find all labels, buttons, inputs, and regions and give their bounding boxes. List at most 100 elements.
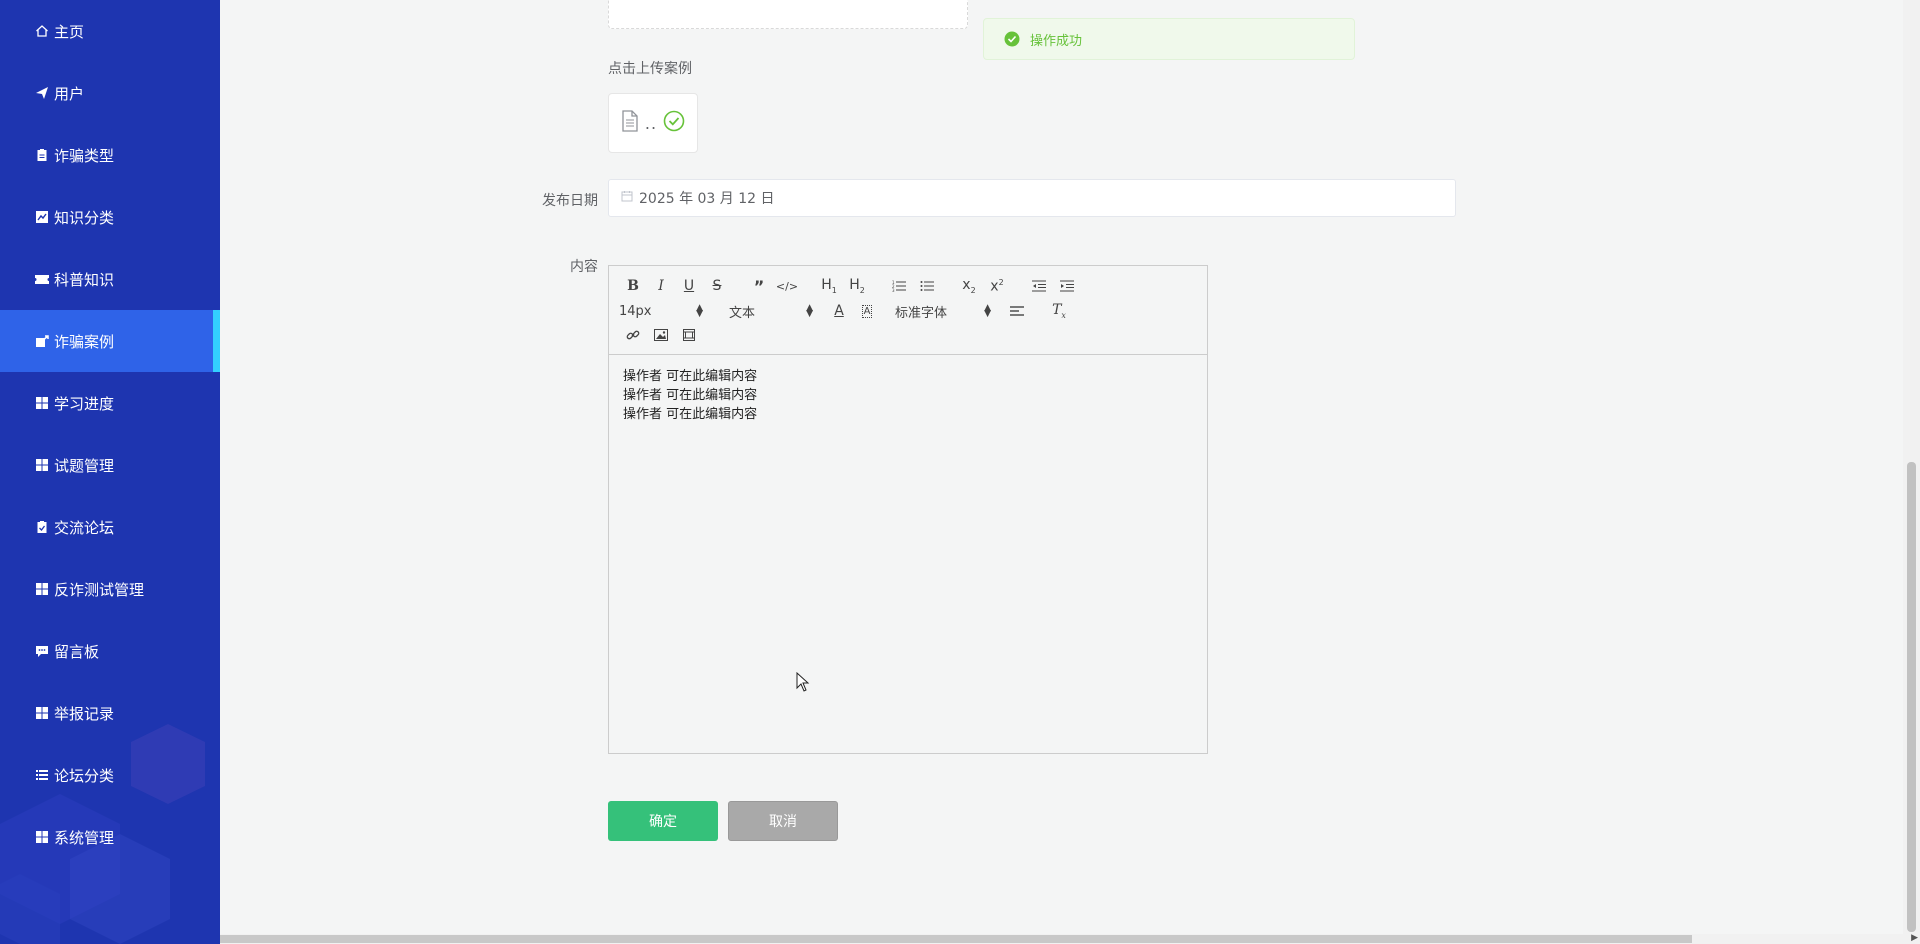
- image-button[interactable]: [647, 325, 675, 345]
- date-label: 发布日期: [542, 193, 598, 209]
- upload-dropzone[interactable]: [608, 0, 968, 29]
- cancel-button[interactable]: 取消: [728, 801, 838, 841]
- horizontal-scrollbar-thumb[interactable]: [220, 935, 1692, 943]
- font-color-icon: A: [834, 303, 844, 319]
- sidebar-item-fraud-cases[interactable]: 诈骗案例: [0, 310, 220, 372]
- underline-button[interactable]: U: [675, 276, 703, 296]
- sidebar-item-home[interactable]: 主页: [0, 0, 220, 62]
- sidebar-item-forum[interactable]: 交流论坛: [0, 496, 220, 558]
- sidebar-item-question-management[interactable]: 试题管理: [0, 434, 220, 496]
- h1-icon: H1: [821, 277, 837, 295]
- background-color-icon: A: [861, 304, 873, 318]
- bold-button[interactable]: B: [619, 276, 647, 296]
- sidebar-item-label: 举报记录: [54, 704, 115, 723]
- sidebar-item-knowledge-categories[interactable]: 知识分类: [0, 186, 220, 248]
- subscript-button[interactable]: x2: [955, 276, 983, 296]
- content-label: 内容: [570, 259, 598, 275]
- sidebar-item-system-management[interactable]: 系统管理: [0, 806, 220, 868]
- heading2-button[interactable]: H2: [843, 276, 871, 296]
- sidebar-item-learning-progress[interactable]: 学习进度: [0, 372, 220, 434]
- code-icon: </>: [775, 279, 799, 293]
- success-toast: 操作成功: [983, 18, 1355, 60]
- sidebar-item-label: 学习进度: [54, 394, 115, 413]
- main-content: 点击上传案例 .. 发布日期 2025 年 03 月 12 日 内容 B I U…: [220, 0, 1900, 934]
- grid-icon: [34, 457, 50, 473]
- select-arrows-icon: ▲ ▼: [806, 303, 813, 319]
- uploaded-file-card[interactable]: ..: [608, 93, 698, 153]
- sidebar-item-label: 主页: [54, 22, 85, 41]
- superscript-icon: x2: [990, 277, 1004, 295]
- document-icon: [621, 110, 639, 136]
- sidebar-item-popular-science[interactable]: 科普知识: [0, 248, 220, 310]
- sidebar-item-report-records[interactable]: 举报记录: [0, 682, 220, 744]
- clipboard-icon: [34, 147, 50, 163]
- rich-text-editor: B I U S ” </> H1 H2 123 x2 x2 14px ▲ ▼ 文…: [608, 265, 1208, 754]
- editor-toolbar: B I U S ” </> H1 H2 123 x2 x2 14px ▲ ▼ 文…: [609, 266, 1207, 355]
- grid-icon: [34, 581, 50, 597]
- success-check-icon: [663, 110, 685, 136]
- editor-content-line: 操作者 可在此编辑内容: [623, 407, 758, 422]
- bullet-list-icon: [920, 281, 934, 291]
- subscript-icon: x2: [962, 277, 976, 295]
- vertical-scrollbar-thumb[interactable]: [1907, 462, 1916, 932]
- paper-plane-icon: [34, 85, 50, 101]
- sidebar-item-label: 反诈测试管理: [54, 580, 145, 599]
- sidebar-item-label: 留言板: [54, 642, 100, 661]
- bullet-list-button[interactable]: [913, 276, 941, 296]
- clear-format-button[interactable]: Tx: [1045, 301, 1073, 321]
- upload-hint: 点击上传案例: [608, 61, 692, 77]
- line-chart-icon: [34, 209, 50, 225]
- toast-message: 操作成功: [1030, 33, 1083, 49]
- horizontal-scrollbar[interactable]: ▶: [220, 933, 1920, 944]
- indent-button[interactable]: [1053, 276, 1081, 296]
- editor-content-line: 操作者 可在此编辑内容: [623, 369, 758, 384]
- outdent-button[interactable]: [1025, 276, 1053, 296]
- calendar-icon: [621, 190, 633, 206]
- sidebar-item-label: 知识分类: [54, 208, 115, 227]
- sidebar-item-label: 用户: [54, 84, 85, 103]
- ordered-list-button[interactable]: 123: [885, 276, 913, 296]
- sidebar-item-label: 诈骗案例: [54, 332, 115, 351]
- sidebar-item-label: 诈骗类型: [54, 146, 115, 165]
- superscript-button[interactable]: x2: [983, 276, 1011, 296]
- success-check-icon: [1004, 31, 1020, 47]
- link-button[interactable]: [619, 325, 647, 345]
- vertical-scrollbar[interactable]: [1903, 0, 1920, 934]
- confirm-button[interactable]: 确定: [608, 801, 718, 841]
- font-family-select[interactable]: 标准字体 ▲ ▼: [895, 302, 991, 321]
- sidebar-item-users[interactable]: 用户: [0, 62, 220, 124]
- sidebar-item-label: 系统管理: [54, 828, 115, 847]
- grid-icon: [34, 395, 50, 411]
- strikethrough-button[interactable]: S: [703, 276, 731, 296]
- video-icon: [683, 329, 695, 341]
- sidebar-item-message-board[interactable]: 留言板: [0, 620, 220, 682]
- ticket-icon: [34, 271, 50, 287]
- sidebar-item-label: 交流论坛: [54, 518, 115, 537]
- sidebar: 主页 用户 诈骗类型 知识分类 科普知识 诈骗案例 学习进度 试题管理 交流论坛…: [0, 0, 220, 944]
- header-select-value: 文本: [729, 305, 756, 321]
- background-color-button[interactable]: A: [853, 301, 881, 321]
- outdent-icon: [1032, 280, 1046, 292]
- publish-date-input[interactable]: 2025 年 03 月 12 日: [608, 179, 1456, 217]
- sidebar-item-forum-categories[interactable]: 论坛分类: [0, 744, 220, 806]
- header-select[interactable]: 文本 ▲ ▼: [729, 302, 813, 321]
- heading1-button[interactable]: H1: [815, 276, 843, 296]
- video-button[interactable]: [675, 325, 703, 345]
- scroll-right-arrow-icon[interactable]: ▶: [1911, 933, 1918, 943]
- indent-icon: [1060, 280, 1074, 292]
- sidebar-item-anti-fraud-test[interactable]: 反诈测试管理: [0, 558, 220, 620]
- sidebar-item-label: 试题管理: [54, 456, 115, 475]
- sidebar-item-label: 论坛分类: [54, 766, 115, 785]
- font-color-button[interactable]: A: [825, 301, 853, 321]
- blockquote-button[interactable]: ”: [745, 276, 773, 296]
- code-block-button[interactable]: </>: [773, 276, 801, 296]
- align-button[interactable]: [1003, 301, 1031, 321]
- editor-content-area[interactable]: 操作者 可在此编辑内容 操作者 可在此编辑内容 操作者 可在此编辑内容: [609, 355, 1207, 436]
- font-size-select[interactable]: 14px ▲ ▼: [619, 304, 703, 319]
- sidebar-menu: 主页 用户 诈骗类型 知识分类 科普知识 诈骗案例 学习进度 试题管理 交流论坛…: [0, 0, 220, 868]
- list-icon: [34, 767, 50, 783]
- select-arrows-icon: ▲ ▼: [696, 303, 703, 319]
- sidebar-item-fraud-types[interactable]: 诈骗类型: [0, 124, 220, 186]
- italic-button[interactable]: I: [647, 276, 675, 296]
- quote-icon: ”: [753, 276, 765, 296]
